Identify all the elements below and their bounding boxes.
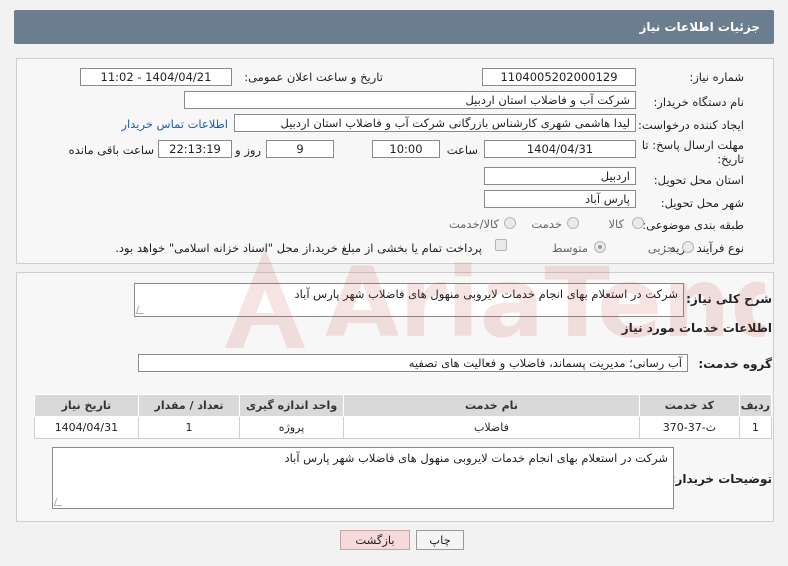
buyer-notes-text: شرکت در استعلام بهای انجام خدمات لایروبی… [284,451,669,465]
service-group-field: آب رسانی؛ مدیریت پسماند، فاضلاب و فعالیت… [138,354,688,372]
category-goods-label: کالا [608,217,624,231]
province-label: استان محل تحویل: [653,173,744,187]
process-medium-label: متوسط [551,241,588,255]
col-unit: واحد اندازه گیری [239,394,344,417]
table-row: 1 ث-37-370 فاضلاب پروژه 1 1404/04/31 [34,416,773,439]
summary-text: شرکت در استعلام بهای انجام خدمات لایروبی… [294,287,679,301]
category-both-label: کالا/خدمت [448,217,499,231]
buyer-org-field: شرکت آب و فاضلاب استان اردبیل [184,91,636,109]
col-need-date: تاریخ نیاز [34,394,139,417]
remaining-days-field: 9 [266,140,334,158]
process-type-label: نوع فرآیند خرید : [662,241,744,255]
buyer-notes-textarea: شرکت در استعلام بهای انجام خدمات لایروبی… [52,447,674,509]
remaining-time-field: 22:13:19 [158,140,232,158]
page-header: جزئیات اطلاعات نیاز [14,10,774,44]
city-label: شهر محل تحویل: [660,196,744,210]
deadline-date-field: 1404/04/31 [484,140,636,158]
process-minor-label: جزیی [647,241,674,255]
city-field: پارس آباد [484,190,636,208]
announce-datetime-label: تاریخ و ساعت اعلان عمومی: [244,70,383,84]
treasury-bonds-checkbox[interactable] [495,239,507,251]
col-service-code: کد خدمت [639,394,740,417]
cell-service-code: ث-37-370 [639,416,740,439]
services-table: ردیف کد خدمت نام خدمت واحد اندازه گیری ت… [34,394,773,439]
cell-row-number: 1 [738,416,773,439]
category-label: طبقه بندی موضوعی: [642,218,744,232]
cell-unit: پروژه [239,416,344,439]
cell-need-date: 1404/04/31 [34,416,139,439]
table-header-row: ردیف کد خدمت نام خدمت واحد اندازه گیری ت… [34,394,773,417]
deadline-time-field: 10:00 [372,140,440,158]
deadline-time-label: ساعت [446,143,478,157]
buyer-contact-link[interactable]: اطلاعات تماس خریدار [121,117,228,131]
services-section-title: اطلاعات خدمات مورد نیاز [621,321,772,335]
summary-textarea: شرکت در استعلام بهای انجام خدمات لایروبی… [134,283,684,317]
print-button[interactable]: چاپ [416,530,464,550]
col-quantity: تعداد / مقدار [137,394,241,417]
announce-datetime-field: 1404/04/21 - 11:02 [80,68,232,86]
province-field: اردبیل [484,167,636,185]
buyer-notes-label: توضیحات خریدار: [670,472,772,486]
col-service-name: نام خدمت [342,394,641,417]
category-service-label: خدمت [531,217,562,231]
days-label: روز و [235,143,261,157]
deadline-label: مهلت ارسال پاسخ: تا تاریخ: [641,138,744,166]
category-goods-radio[interactable] [632,217,644,229]
buyer-org-label: نام دستگاه خریدار: [653,95,744,109]
page-title: جزئیات اطلاعات نیاز [639,20,760,34]
category-service-radio[interactable] [567,217,579,229]
cell-service-name: فاضلاب [342,416,641,439]
category-both-radio[interactable] [504,217,516,229]
process-minor-radio[interactable] [682,241,694,253]
col-row-number: ردیف [738,394,773,417]
resize-grip-icon[interactable] [53,498,65,506]
resize-grip-icon[interactable] [135,306,147,314]
treasury-bonds-note: پرداخت تمام یا بخشی از مبلغ خرید،از محل … [115,241,482,255]
requester-field: لیدا هاشمی شهری کارشناس بازرگانی شرکت آب… [234,114,636,132]
remaining-label: ساعت باقی مانده [68,143,154,157]
cell-quantity: 1 [137,416,241,439]
requester-label: ایجاد کننده درخواست: [638,118,744,132]
need-number-label: شماره نیاز: [689,70,744,84]
need-number-field: 1104005202000129 [482,68,636,86]
service-group-label: گروه خدمت: [698,357,772,371]
process-medium-radio[interactable] [594,241,606,253]
summary-label: شرح کلی نیاز: [686,292,772,306]
back-button[interactable]: بازگشت [340,530,410,550]
